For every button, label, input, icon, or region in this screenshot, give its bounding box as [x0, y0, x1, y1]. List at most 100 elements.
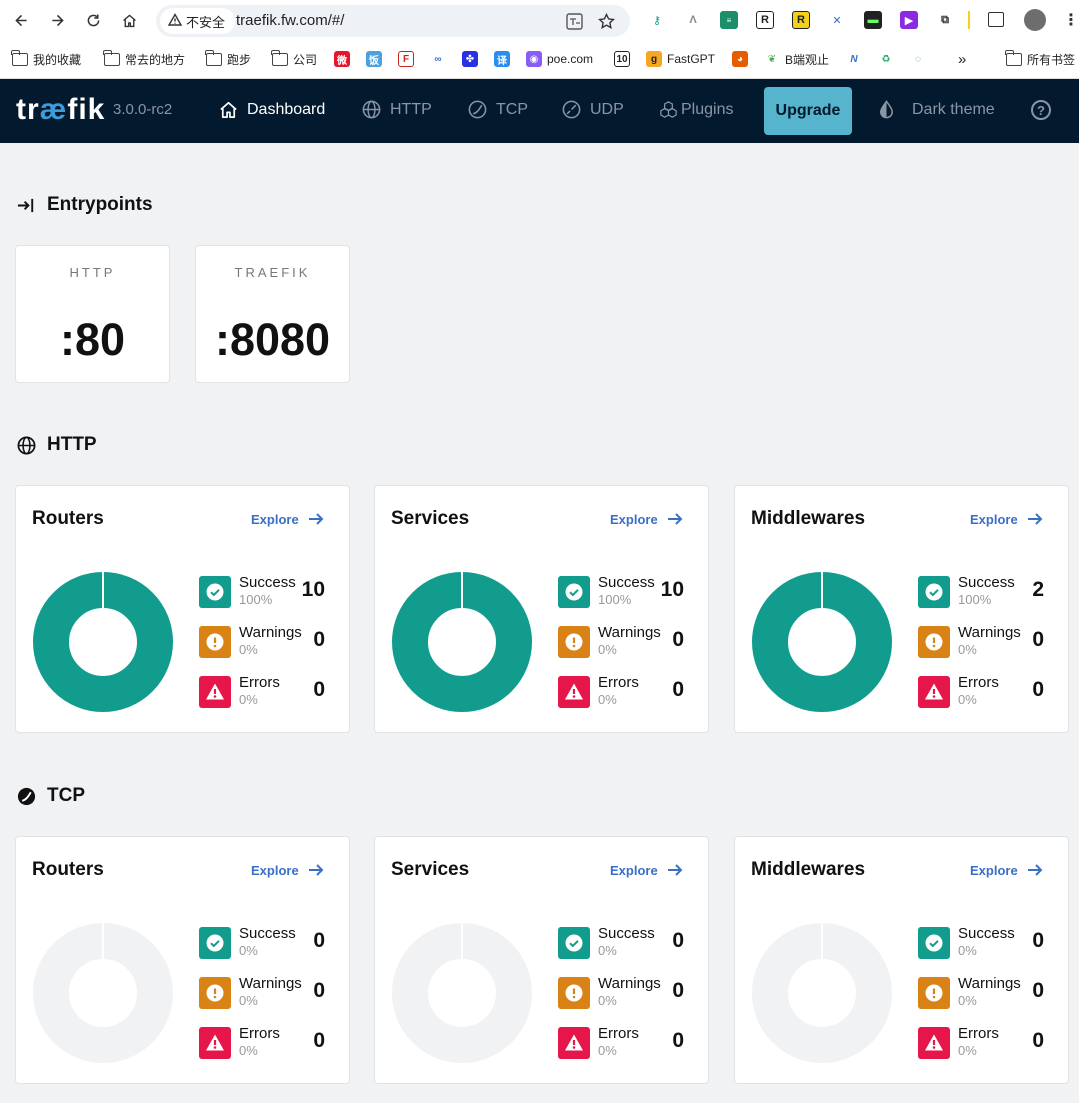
- nav-udp[interactable]: UDP: [561, 99, 624, 120]
- avatar[interactable]: [1024, 9, 1046, 31]
- stat-errors: Errors 0% 0: [558, 1025, 698, 1063]
- poe-icon: ◉: [526, 51, 542, 67]
- stat-label: Errors: [598, 1025, 639, 1042]
- stat-count: 0: [1032, 628, 1044, 651]
- entrypoint-name: TRAEFIK: [234, 265, 311, 280]
- globe-icon: [17, 436, 36, 454]
- stat-success: Success 100% 10: [558, 574, 698, 612]
- home-icon[interactable]: [116, 7, 142, 33]
- nav-dashboard[interactable]: Dashboard: [218, 99, 325, 120]
- bookmark-baidu[interactable]: ✤: [462, 50, 478, 68]
- bookmark-fastgpt[interactable]: g FastGPT: [646, 50, 715, 68]
- extension-terminal-icon[interactable]: ▬: [864, 11, 882, 29]
- version-label: 3.0.0-rc2: [113, 101, 173, 118]
- bookmark-folder-all[interactable]: 所有书签: [1005, 49, 1075, 68]
- extensions-puzzle-icon[interactable]: ⧉: [936, 11, 954, 29]
- stat-errors-badge: [199, 1027, 231, 1059]
- extension-r-icon[interactable]: R: [756, 11, 774, 29]
- bookmark-fan[interactable]: 饭: [366, 50, 382, 68]
- entrypoints-heading: Entrypoints: [16, 194, 153, 216]
- bookmark-fw[interactable]: F: [398, 50, 414, 68]
- status-donut-chart: [33, 572, 173, 712]
- extension-play-icon[interactable]: ▶: [900, 11, 918, 29]
- bookmark-loading[interactable]: ◌: [910, 50, 926, 68]
- browser-chrome: 不安全 traefik.fw.com/#/ ⚷ Λ ≡ R R ✕ ▬ ▶ ⧉ …: [0, 0, 1079, 79]
- extension-key-icon[interactable]: ⚷: [648, 11, 666, 29]
- bookmark-label: 公司: [293, 52, 318, 67]
- weibo-icon: 微: [334, 51, 350, 67]
- explore-label: Explore: [251, 511, 299, 527]
- stat-label: Errors: [958, 1025, 999, 1042]
- card-title: Services: [391, 508, 470, 529]
- alert-triangle-icon: [565, 683, 583, 700]
- bookmark-bduanguanzhi[interactable]: ❦ B端观止: [764, 50, 829, 68]
- stat-warnings: Warnings 0% 0: [558, 975, 698, 1013]
- stat-count: 10: [660, 578, 684, 601]
- stat-warnings: Warnings 0% 0: [918, 624, 1058, 662]
- side-panel-icon[interactable]: [988, 12, 1004, 27]
- menu-kebab-icon[interactable]: ⋮: [1062, 11, 1079, 29]
- bookmark-poe[interactable]: ◉ poe.com: [526, 50, 593, 68]
- bookmark-cat[interactable]: ◕: [732, 50, 748, 68]
- stat-success-badge: [558, 927, 590, 959]
- more-bookmarks-icon[interactable]: »: [958, 50, 966, 68]
- stat-errors-badge: [918, 676, 950, 708]
- arrow-right-icon: [1027, 864, 1043, 876]
- star-icon[interactable]: [596, 11, 616, 31]
- bookmark-link[interactable]: ∞: [430, 50, 446, 68]
- forward-icon[interactable]: [44, 7, 70, 33]
- bookmark-folder[interactable]: 公司: [271, 49, 318, 68]
- bookmark-weibo[interactable]: 微: [334, 50, 350, 68]
- n-icon: N: [846, 51, 862, 67]
- bookmark-label: 常去的地方: [125, 52, 186, 67]
- bookmark-n[interactable]: N: [846, 50, 862, 68]
- translate-icon[interactable]: [564, 11, 584, 31]
- stat-count: 2: [1032, 578, 1044, 601]
- folder-icon: [205, 49, 222, 66]
- url-text[interactable]: traefik.fw.com/#/: [236, 12, 344, 29]
- exclamation-circle-icon: [206, 633, 224, 651]
- stat-label: Success: [598, 925, 655, 942]
- extension-r-yellow-icon[interactable]: R: [792, 11, 810, 29]
- stat-label: Warnings: [598, 975, 661, 992]
- dark-theme-toggle[interactable]: Dark theme: [876, 99, 995, 120]
- reload-icon[interactable]: [80, 7, 106, 33]
- address-bar[interactable]: 不安全 traefik.fw.com/#/: [156, 5, 630, 37]
- bookmark-translate[interactable]: 译: [494, 50, 510, 68]
- explore-link[interactable]: Explore: [970, 861, 1044, 879]
- folder-icon: [271, 49, 288, 66]
- extension-green-icon[interactable]: ≡: [720, 11, 738, 29]
- stat-count: 0: [672, 979, 684, 1002]
- explore-link[interactable]: Explore: [610, 861, 684, 879]
- nav-http[interactable]: HTTP: [361, 99, 432, 120]
- explore-link[interactable]: Explore: [970, 510, 1044, 528]
- explore-link[interactable]: Explore: [251, 861, 325, 879]
- explore-link[interactable]: Explore: [610, 510, 684, 528]
- nav-tcp[interactable]: TCP: [467, 99, 528, 120]
- bookmark-folder[interactable]: 常去的地方: [103, 49, 186, 68]
- top-navbar: træfik 3.0.0-rc2 Dashboard HTTP TCP UDP …: [0, 79, 1079, 143]
- security-badge[interactable]: 不安全: [160, 8, 236, 34]
- explore-link[interactable]: Explore: [251, 510, 325, 528]
- nav-plugins[interactable]: Plugins: [658, 99, 733, 120]
- entrypoint-card[interactable]: HTTP :80: [15, 245, 170, 383]
- stat-success: Success 100% 10: [199, 574, 339, 612]
- bookmark-folder[interactable]: 跑步: [205, 49, 251, 68]
- extension-x-icon[interactable]: ✕: [828, 11, 846, 29]
- upgrade-button[interactable]: Upgrade: [764, 87, 852, 135]
- back-icon[interactable]: [8, 7, 34, 33]
- stat-percent: 0%: [958, 692, 977, 707]
- stat-label: Success: [958, 925, 1015, 942]
- traefik-logo[interactable]: træfik: [16, 93, 105, 127]
- bookmark-recycle[interactable]: ♻: [878, 50, 894, 68]
- bookmark-folder[interactable]: 我的收藏: [11, 49, 81, 68]
- logo-text: æ: [39, 93, 68, 126]
- stat-percent: 0%: [239, 1043, 258, 1058]
- bookmark-10[interactable]: 10: [614, 50, 630, 68]
- extension-a-icon[interactable]: Λ: [684, 11, 702, 29]
- entrypoint-card[interactable]: TRAEFIK :8080: [195, 245, 350, 383]
- drop-icon: [880, 100, 893, 119]
- help-icon[interactable]: ?: [1031, 100, 1051, 120]
- stat-success-badge: [918, 927, 950, 959]
- bookmark-label: B端观止: [785, 52, 830, 67]
